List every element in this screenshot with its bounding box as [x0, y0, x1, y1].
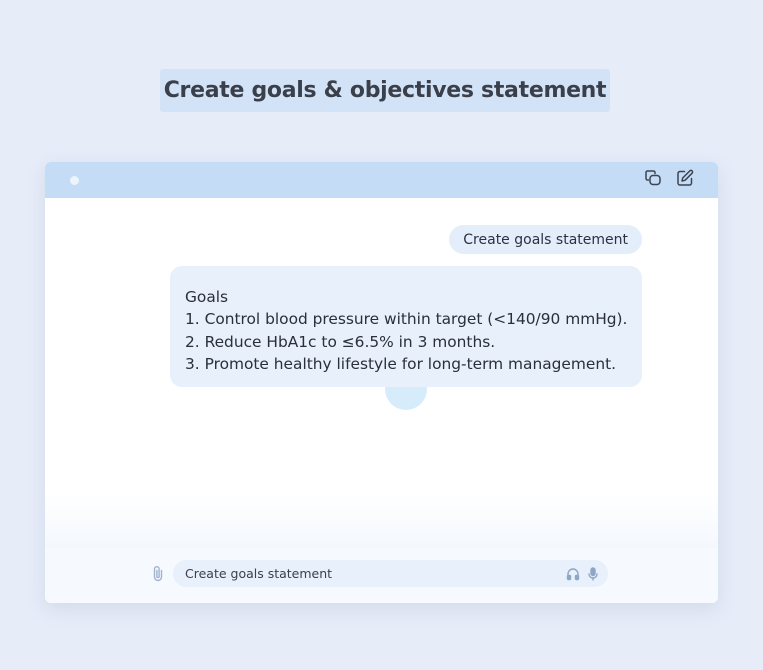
edit-icon — [676, 169, 694, 191]
microphone-icon[interactable] — [586, 566, 600, 581]
assistant-response-bubble: Goals 1. Control blood pressure within t… — [170, 266, 642, 387]
copy-chat-icon — [644, 169, 662, 191]
edit-button[interactable] — [675, 169, 695, 191]
response-heading: Goals — [185, 288, 229, 306]
response-item: 2. Reduce HbA1c to ≤6.5% in 3 months. — [185, 332, 496, 351]
chat-window: Create goals statement Goals 1. Control … — [45, 162, 718, 603]
window-status-dot — [70, 176, 79, 185]
message-input-value: Create goals statement — [185, 566, 333, 581]
response-item: 1. Control blood pressure within target … — [185, 310, 628, 329]
response-item: 3. Promote healthy lifestyle for long-te… — [185, 355, 617, 374]
paperclip-icon — [152, 565, 164, 586]
copy-chat-button[interactable] — [643, 170, 663, 190]
user-message-bubble: Create goals statement — [449, 225, 642, 254]
window-titlebar — [45, 162, 718, 198]
page-title: Create goals & objectives statement — [160, 69, 610, 112]
attach-button[interactable] — [150, 565, 166, 585]
chat-bottom-fade — [45, 492, 718, 548]
message-input[interactable]: Create goals statement — [173, 560, 608, 587]
composer-bar: Create goals statement — [45, 548, 718, 603]
headphones-icon[interactable] — [566, 566, 580, 581]
